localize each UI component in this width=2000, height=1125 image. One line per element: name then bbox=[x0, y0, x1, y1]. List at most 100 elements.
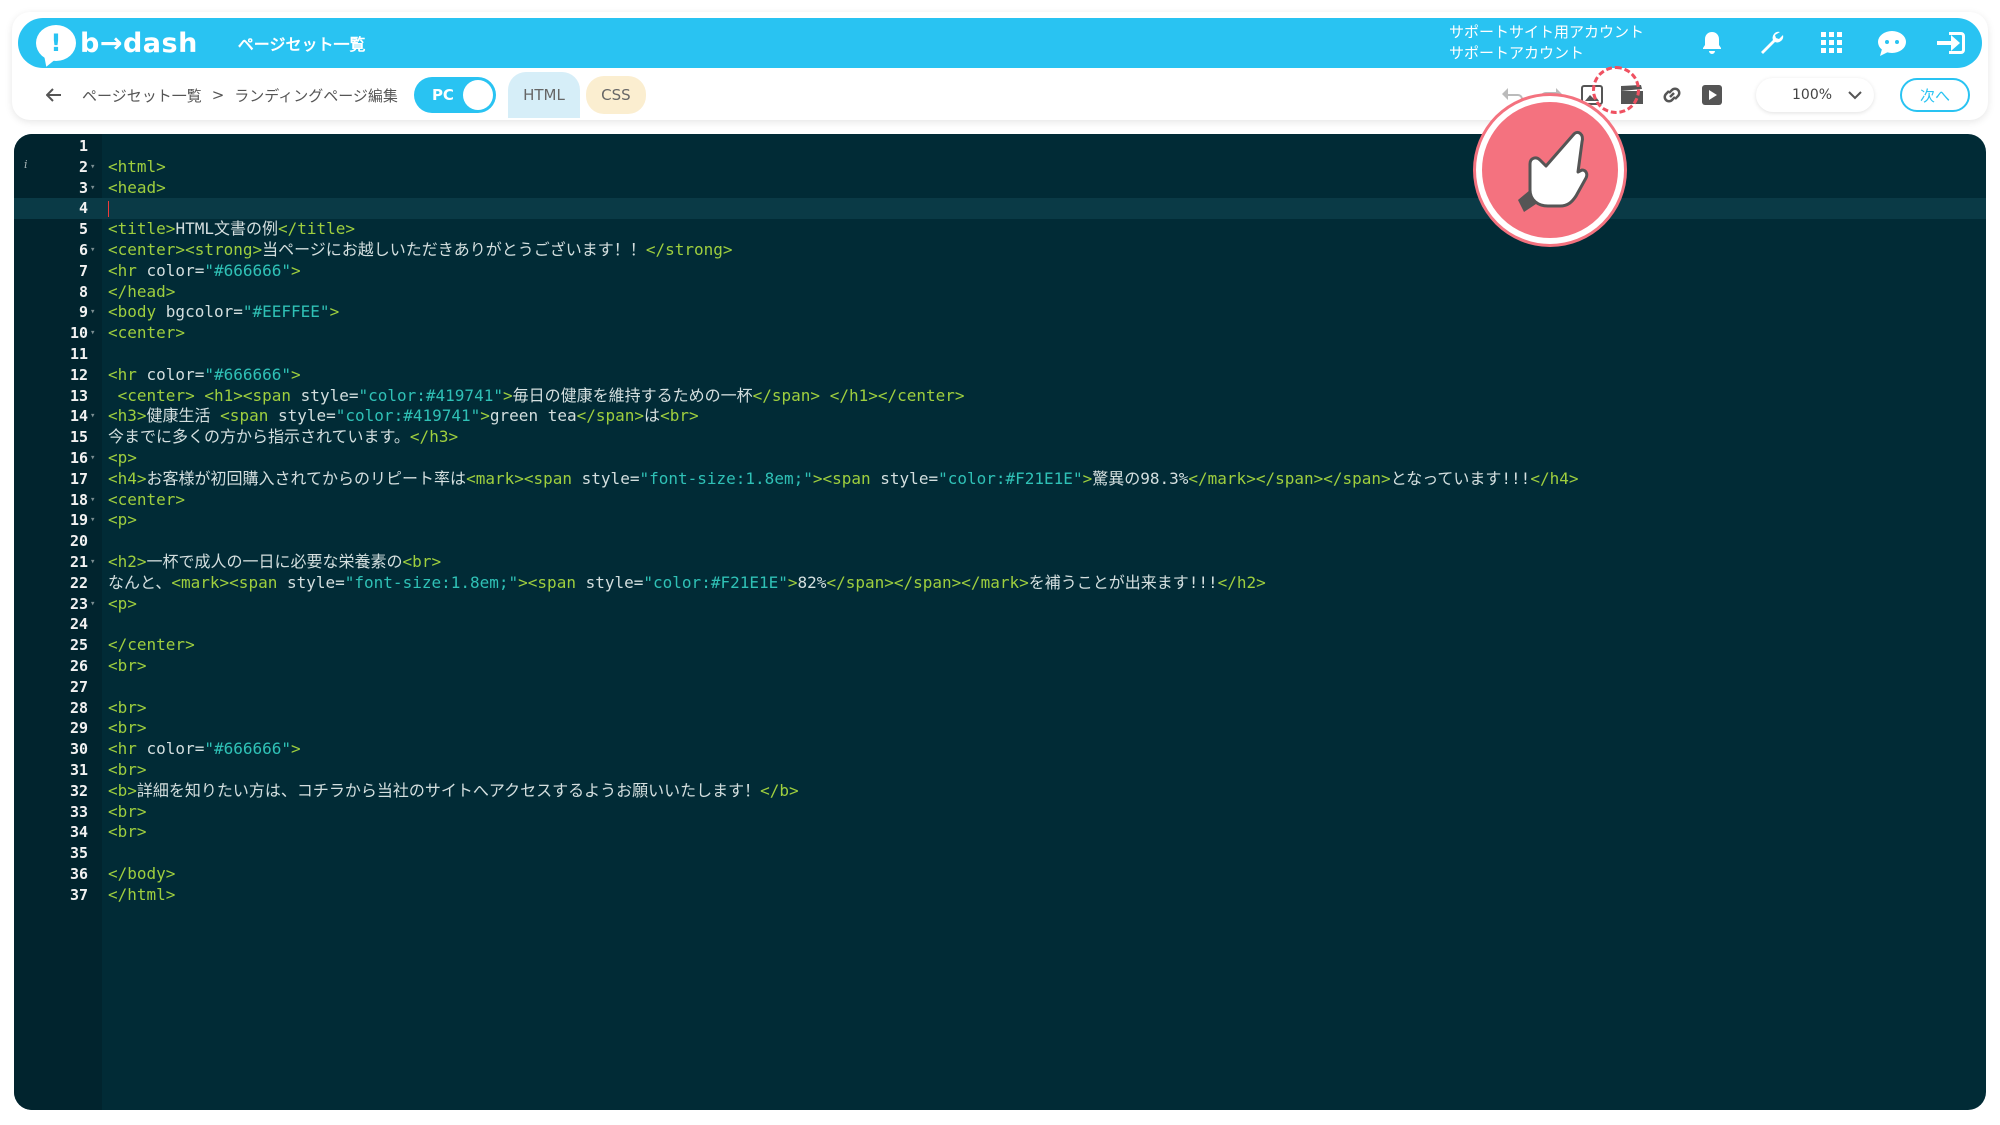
code-line[interactable]: 2 ▾ <html> bbox=[14, 157, 1986, 178]
code-line[interactable]: 14 ▾ <h3>健康生活 <span style="color:#419741">… bbox=[14, 406, 1986, 427]
wrench-icon[interactable] bbox=[1742, 18, 1802, 68]
code-token: 82% bbox=[797, 572, 827, 592]
fold-toggle-icon[interactable]: ▾ bbox=[90, 157, 100, 178]
logo-bubble-icon: ! bbox=[36, 25, 76, 61]
line-number: 1 bbox=[78, 137, 88, 155]
line-number: 6 bbox=[78, 240, 88, 259]
code-line[interactable]: 1 bbox=[14, 136, 1986, 157]
code-line[interactable]: 4 bbox=[14, 198, 1986, 220]
code-line[interactable]: 18 ▾ <center> bbox=[14, 490, 1986, 511]
code-text: <h3>健康生活 <span style="color:#419741">gre… bbox=[108, 406, 699, 427]
code-line[interactable]: 19 ▾ <p> bbox=[14, 510, 1986, 531]
code-text: </body> bbox=[108, 864, 175, 885]
breadcrumb: ページセット一覧 > ランディングページ編集 bbox=[82, 85, 398, 106]
code-token: "color:#419741" bbox=[358, 385, 503, 405]
code-token: </strong> bbox=[645, 239, 733, 259]
breadcrumb-separator: > bbox=[211, 86, 225, 104]
code-line[interactable]: 22 なんと、<mark><span style="font-size:1.8em… bbox=[14, 573, 1986, 594]
code-line[interactable]: 8 </head> bbox=[14, 282, 1986, 303]
code-token: 今までに多くの方から指示されています。 bbox=[108, 427, 410, 447]
code-line[interactable]: 36 </body> bbox=[14, 864, 1986, 885]
code-line[interactable]: 31 <br> bbox=[14, 760, 1986, 781]
code-line[interactable]: 3 ▾ <head> bbox=[14, 178, 1986, 199]
code-token: <br> bbox=[660, 406, 699, 426]
code-line[interactable]: 23 ▾ <p> bbox=[14, 594, 1986, 615]
code-line[interactable]: 21 ▾ <h2>一杯で成人の一日に必要な栄養素の<br> bbox=[14, 552, 1986, 573]
fold-toggle-icon[interactable]: ▾ bbox=[90, 594, 100, 615]
fold-toggle-icon[interactable]: ▾ bbox=[90, 448, 100, 469]
code-token: "color:#419741" bbox=[335, 406, 481, 426]
code-line[interactable]: 33 <br> bbox=[14, 802, 1986, 823]
code-line[interactable]: 29 <br> bbox=[14, 718, 1986, 739]
code-text: <br> bbox=[108, 802, 147, 823]
code-line[interactable]: 37 </html> bbox=[14, 885, 1986, 906]
code-line[interactable]: 5 <title>HTML文書の例</title> bbox=[14, 219, 1986, 240]
code-token: <center> bbox=[108, 323, 186, 343]
fold-toggle-icon[interactable]: ▾ bbox=[90, 240, 100, 261]
account-info[interactable]: サポートサイト用アカウント サポートアカウント bbox=[1449, 22, 1644, 64]
logout-icon[interactable] bbox=[1922, 18, 1982, 68]
code-token: <title> bbox=[108, 219, 176, 239]
code-line[interactable]: 24 bbox=[14, 614, 1986, 635]
tab-css[interactable]: CSS bbox=[585, 76, 646, 114]
code-text: <center> <h1><span style="color:#419741"… bbox=[108, 386, 965, 407]
next-button[interactable]: 次へ bbox=[1900, 78, 1970, 112]
code-token: </title> bbox=[277, 219, 356, 239]
code-line[interactable]: 11 bbox=[14, 344, 1986, 365]
code-line[interactable]: 26 <br> bbox=[14, 656, 1986, 677]
code-line[interactable]: 27 bbox=[14, 677, 1986, 698]
code-token: </h4> bbox=[1530, 468, 1579, 488]
code-line[interactable]: 30 <hr color="#666666"> bbox=[14, 739, 1986, 760]
code-text: <br> bbox=[108, 718, 147, 739]
bell-icon[interactable] bbox=[1682, 18, 1742, 68]
image-icon-highlight-ring bbox=[1592, 66, 1640, 114]
code-line[interactable]: 16 ▾ <p> bbox=[14, 448, 1986, 469]
code-line[interactable]: 9 ▾ <body bgcolor="#EEFFEE"> bbox=[14, 302, 1986, 323]
code-token: > bbox=[787, 572, 798, 592]
code-line[interactable]: 25 </center> bbox=[14, 635, 1986, 656]
hand-pointer-icon bbox=[1476, 96, 1624, 244]
code-line[interactable]: 35 bbox=[14, 843, 1986, 864]
breadcrumb-pageset-list[interactable]: ページセット一覧 bbox=[82, 85, 202, 106]
play-icon[interactable] bbox=[1692, 75, 1732, 115]
code-line[interactable]: 13 <center> <h1><span style="color:#4197… bbox=[14, 386, 1986, 407]
bdash-logo[interactable]: ! b→dash bbox=[36, 18, 198, 68]
code-token: <span bbox=[220, 406, 278, 426]
fold-toggle-icon[interactable]: ▾ bbox=[90, 323, 100, 344]
fold-toggle-icon[interactable]: ▾ bbox=[90, 406, 100, 427]
code-text: <hr color="#666666"> bbox=[108, 365, 301, 386]
code-line[interactable]: 34 <br> bbox=[14, 822, 1986, 843]
back-arrow-icon[interactable] bbox=[42, 83, 66, 107]
fold-toggle-icon[interactable]: ▾ bbox=[90, 490, 100, 511]
code-editor[interactable]: i 1 2 ▾ <html> 3 ▾ <head> 4 5 <title>HTML文書の例</ti… bbox=[14, 134, 1986, 1110]
code-line[interactable]: 10 ▾ <center> bbox=[14, 323, 1986, 344]
code-line[interactable]: 7 <hr color="#666666"> bbox=[14, 261, 1986, 282]
code-line[interactable]: 20 bbox=[14, 531, 1986, 552]
code-token: <b> bbox=[108, 780, 137, 800]
code-line[interactable]: 28 <br> bbox=[14, 698, 1986, 719]
code-text: <b>詳細を知りたい方は、コチラから当社のサイトへアクセスするようお願いいたしま… bbox=[108, 781, 799, 802]
grid-icon[interactable] bbox=[1802, 18, 1862, 68]
fold-toggle-icon[interactable]: ▾ bbox=[90, 510, 100, 531]
code-line[interactable]: 6 ▾ <center><strong>当ページにお越しいただきありがとうございます… bbox=[14, 240, 1986, 261]
code-token: 当ページにお越しいただきありがとうございます！！ bbox=[262, 239, 646, 259]
fold-toggle-icon[interactable]: ▾ bbox=[90, 178, 100, 199]
code-line[interactable]: 15 今までに多くの方から指示されています。</h3> bbox=[14, 427, 1986, 448]
fold-toggle-icon[interactable]: ▾ bbox=[90, 552, 100, 573]
code-line[interactable]: 12 <hr color="#666666"> bbox=[14, 365, 1986, 386]
code-token: </body> bbox=[108, 863, 176, 883]
code-token: "#EEFFEE" bbox=[242, 302, 330, 322]
code-token: <p> bbox=[108, 510, 137, 530]
code-token: <h2> bbox=[108, 551, 147, 571]
code-line[interactable]: 17 <h4>お客様が初回購入されてからのリピート率は<mark><span st… bbox=[14, 469, 1986, 490]
tab-html[interactable]: HTML bbox=[507, 72, 580, 118]
link-icon[interactable] bbox=[1652, 75, 1692, 115]
code-line[interactable]: 32 <b>詳細を知りたい方は、コチラから当社のサイトへアクセスするようお願いいた… bbox=[14, 781, 1986, 802]
device-toggle[interactable]: PC bbox=[413, 77, 496, 113]
fold-toggle-icon[interactable]: ▾ bbox=[90, 302, 100, 323]
code-token: style= bbox=[300, 385, 359, 405]
code-text: <h4>お客様が初回購入されてからのリピート率は<mark><span styl… bbox=[108, 469, 1578, 490]
zoom-select[interactable]: 100% bbox=[1756, 78, 1874, 112]
chat-bot-icon[interactable] bbox=[1862, 18, 1922, 68]
